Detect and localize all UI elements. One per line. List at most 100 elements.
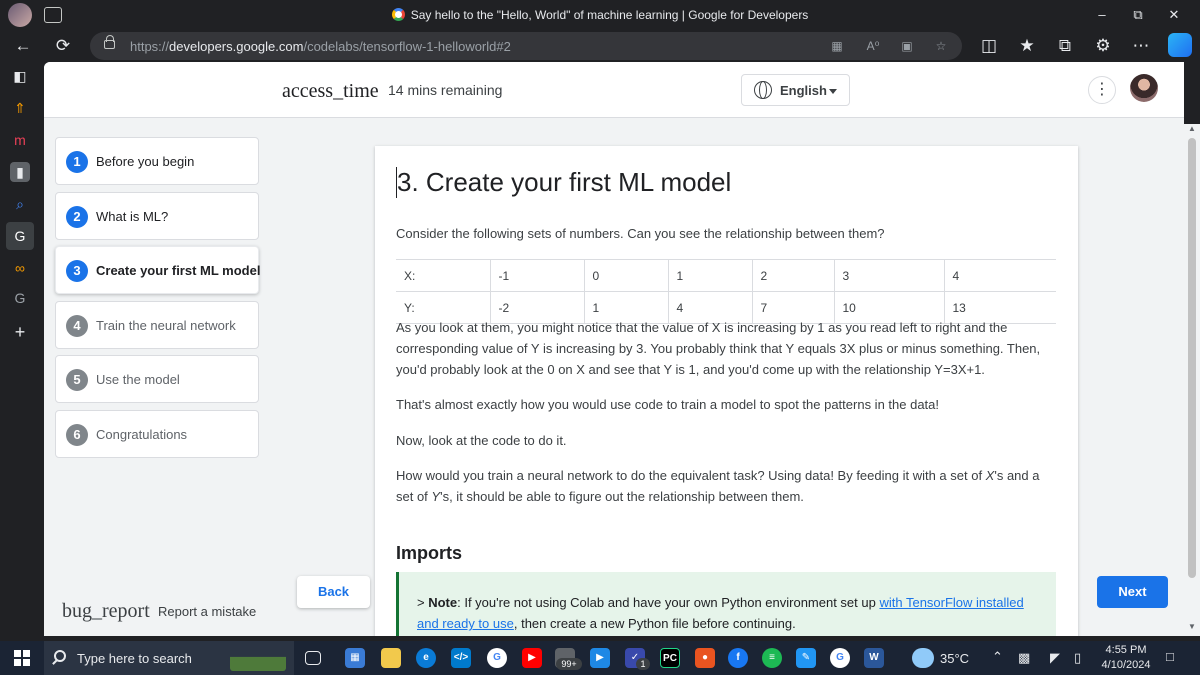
step-number: 5 [66,369,88,391]
user-avatar[interactable] [1130,74,1158,102]
app-available-icon[interactable]: ▦ [828,37,846,55]
extension-icon[interactable]: ⚙ [1092,35,1114,57]
weather-icon[interactable] [912,648,934,668]
clock-date: 4/10/2024 [1101,659,1151,671]
facebook-icon[interactable]: f [728,648,748,668]
vscode-icon[interactable]: </> [451,648,471,668]
more-menu-icon[interactable]: ⋯ [1130,35,1152,57]
step-label: Create your first ML model [96,263,261,278]
table-cell: -1 [490,259,585,292]
scroll-up-icon[interactable]: ▲ [1188,124,1196,133]
step-number: 6 [66,424,88,446]
step-number: 1 [66,151,88,173]
task-view-icon[interactable] [305,651,321,665]
table-cell: X: [396,259,491,292]
explanation-paragraph: As you look at them, you might notice th… [396,320,1041,377]
vertical-tabs-icon[interactable]: ◧ [10,66,30,86]
copilot-icon[interactable] [1168,33,1192,57]
paint-icon[interactable]: ✎ [796,648,816,668]
paragraph-3: Now, look at the code to do it. [396,433,567,448]
file-explorer-icon[interactable] [381,648,401,668]
search-icon [54,650,66,662]
chrome-2-icon[interactable]: G [830,648,850,668]
table-cell: 1 [668,259,753,292]
ubuntu-icon[interactable]: ● [695,648,715,668]
url-text[interactable]: https://developers.google.com/codelabs/t… [130,39,511,54]
split-screen-icon[interactable]: ◫ [978,35,1000,57]
page-scrollbar[interactable]: ▲ ▼ [1184,124,1200,636]
app-2-icon[interactable]: ▶ [590,648,610,668]
step-item-3[interactable]: 3 Create your first ML model [55,246,261,294]
tab-title: Say hello to the "Hello, World" of machi… [410,8,809,22]
windows-start-icon[interactable] [14,650,30,666]
globe-icon [754,81,772,99]
google-pinned-2-icon[interactable]: G [10,288,30,308]
pycharm-icon[interactable]: PC [660,648,680,668]
table-cell: 4 [944,259,1056,292]
favorite-star-icon[interactable]: ☆ [932,37,950,55]
step-item-2[interactable]: 2 What is ML? [55,192,259,240]
xy-table: X: -1 0 1 2 3 4 Y: -2 1 4 7 10 13 [396,259,1056,324]
system-clock[interactable]: 4:55 PM 4/10/2024 [1098,643,1154,673]
pinned-app-icon[interactable]: ▮ [10,162,30,182]
bug-report-icon[interactable]: bug_report [62,600,150,623]
intro-text: Consider the following sets of numbers. … [396,226,885,241]
edge-icon[interactable]: e [416,648,436,668]
refresh-icon[interactable]: ⟳ [52,35,74,57]
table-cell: 2 [752,259,835,292]
search-highlight-icon [230,645,286,671]
battery-icon[interactable]: ▯ [1074,650,1081,666]
add-site-icon[interactable]: + [10,322,30,342]
store-icon[interactable]: ▦ [345,648,365,668]
favorites-icon[interactable]: ★ [1016,35,1038,57]
taskbar-search[interactable]: Type here to search [44,641,294,675]
google-favicon-icon [391,8,405,21]
immersive-reader-icon[interactable]: ▣ [898,37,916,55]
step-item-5[interactable]: 5 Use the model [55,355,259,403]
step-title: 3. Create your first ML model [396,167,732,198]
pinned-site-icon[interactable]: ⇑ [10,98,30,118]
weather-temp[interactable]: 35°C [940,651,969,666]
step-item-4[interactable]: 4 Train the neural network [55,301,259,349]
google-pinned-icon[interactable]: G [6,222,34,250]
more-options-button[interactable]: ⋮ [1088,76,1116,104]
language-selector[interactable]: English [741,74,850,106]
back-arrow-icon[interactable]: ← [12,35,34,57]
youtube-icon[interactable]: ▶ [522,648,542,668]
wifi-icon[interactable]: ◤ [1050,650,1060,666]
badge-1: 1 [636,658,650,670]
word-icon[interactable]: W [864,648,884,668]
infinity-icon[interactable]: ∞ [10,258,30,278]
report-mistake-link[interactable]: Report a mistake [158,604,256,619]
show-hidden-icons[interactable]: ⌃ [992,649,1003,665]
browser-sidebar: ◧ ⇑ m ▮ ⌕ G ∞ G + [0,62,40,637]
paragraph-2: That's almost exactly how you would use … [396,397,940,412]
chrome-icon[interactable]: G [487,648,507,668]
close-icon[interactable]: ✕ [1164,6,1184,24]
step-label: Before you begin [96,154,195,169]
back-button[interactable]: Back [297,576,370,608]
spotify-icon[interactable]: ≡ [762,648,782,668]
dropdown-caret-icon [829,89,837,94]
address-bar[interactable]: https://developers.google.com/codelabs/t… [90,32,962,60]
table-row: X: -1 0 1 2 3 4 [396,259,1056,292]
search-sidebar-icon[interactable]: ⌕ [10,194,30,214]
restore-icon[interactable]: ⧉ [1128,6,1148,24]
step-item-6[interactable]: 6 Congratulations [55,410,259,458]
collections-icon[interactable]: ⧉ [1054,35,1076,57]
language-label: English [780,83,827,98]
lock-icon[interactable] [104,35,115,49]
step-item-1[interactable]: 1 Before you begin [55,137,259,185]
time-remaining: 14 mins remaining [388,82,503,98]
network-tray-icon[interactable]: ▩ [1018,650,1030,666]
read-aloud-icon[interactable]: A⁰ [864,37,882,55]
next-button[interactable]: Next [1097,576,1168,608]
minimize-icon[interactable]: – [1092,6,1112,24]
scrollbar-thumb[interactable] [1188,138,1196,578]
pinned-m-icon[interactable]: m [10,130,30,150]
notifications-icon[interactable]: □ [1166,649,1174,664]
codelab-header: access_time 14 mins remaining English ⋮ [44,62,1184,118]
window-title: Say hello to the "Hello, World" of machi… [0,8,1200,22]
table-cell: 0 [584,259,669,292]
scroll-down-icon[interactable]: ▼ [1188,622,1196,631]
